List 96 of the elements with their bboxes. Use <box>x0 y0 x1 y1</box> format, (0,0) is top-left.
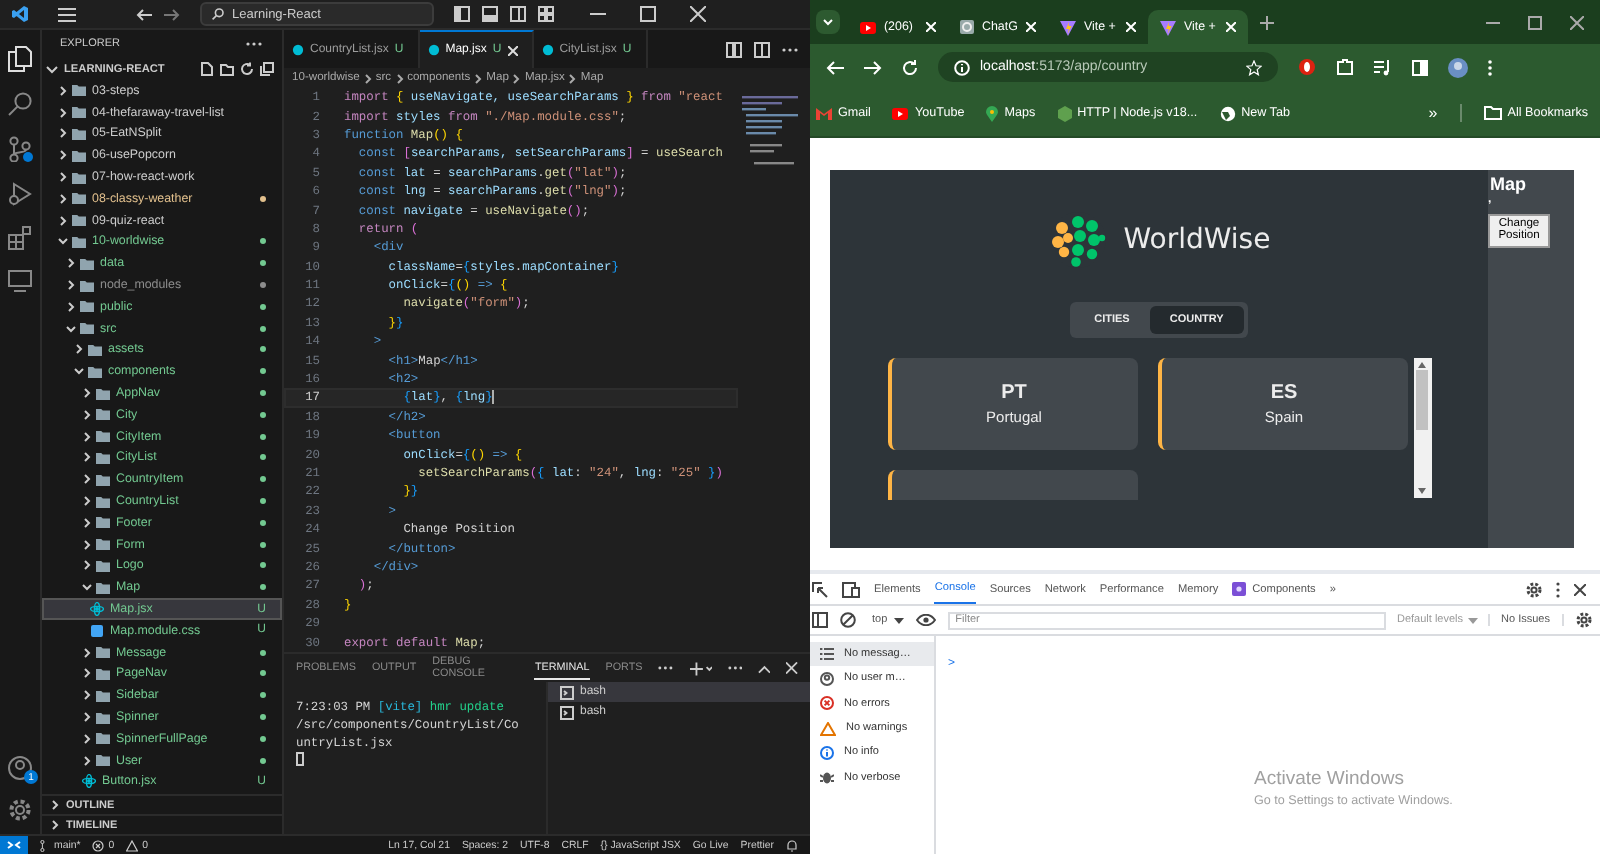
mail-icon <box>816 107 832 119</box>
terminal-icon <box>560 705 574 719</box>
info-icon <box>820 745 834 760</box>
remote-explorer-icon[interactable] <box>8 270 32 292</box>
new-terminal-icon[interactable] <box>689 661 712 675</box>
run-debug-icon[interactable] <box>8 182 32 206</box>
activation-notice-title: Activate Windows <box>1254 768 1406 790</box>
media-icon[interactable] <box>1374 59 1392 75</box>
chevron-right-icon <box>395 73 404 83</box>
search-icon <box>212 8 224 20</box>
chevron-down-icon[interactable] <box>46 65 58 73</box>
inspect-icon[interactable] <box>812 581 828 597</box>
settings-icon[interactable] <box>8 798 32 822</box>
panel-toggle-icon[interactable] <box>482 6 498 22</box>
chevron-right-icon <box>82 712 92 722</box>
app-logo-text: WorldWise <box>1123 224 1271 256</box>
lightning-triangle-icon <box>1060 19 1076 35</box>
menu-icon[interactable] <box>58 7 76 21</box>
side-panel-icon[interactable] <box>1412 59 1428 75</box>
vscode-logo-icon <box>10 4 30 24</box>
close-icon[interactable] <box>1570 15 1584 29</box>
more-bookmarks-button[interactable]: » <box>1428 104 1438 122</box>
user-icon <box>820 671 834 686</box>
caret-icon <box>893 617 904 623</box>
chevron-right-icon <box>74 344 84 355</box>
notifications-icon[interactable] <box>786 839 798 851</box>
collapse-all-icon[interactable] <box>260 62 274 76</box>
map-pin-icon <box>986 105 999 121</box>
scrollbar[interactable] <box>1413 358 1431 498</box>
css-file-icon <box>90 623 104 638</box>
chevron-down-icon <box>82 582 92 593</box>
new-folder-icon[interactable] <box>220 62 234 76</box>
terminal-icon <box>560 685 574 699</box>
maximize-panel-icon[interactable] <box>758 663 771 673</box>
info-icon <box>954 59 970 75</box>
react-file-icon <box>427 44 440 56</box>
explorer-files-icon[interactable] <box>8 46 32 72</box>
extensions-puzzle-icon[interactable] <box>1336 58 1354 76</box>
bug-icon <box>820 770 834 785</box>
new-file-icon[interactable] <box>200 62 214 76</box>
youtube-icon <box>892 107 909 119</box>
list-icon <box>820 648 834 661</box>
lightning-triangle-icon <box>1160 19 1176 35</box>
maximize-icon[interactable] <box>1528 15 1542 29</box>
split-editor-icon[interactable] <box>754 41 770 57</box>
split-layout-icon[interactable] <box>510 6 526 22</box>
react-file-icon <box>90 602 104 617</box>
tab-search-icon[interactable] <box>816 10 840 34</box>
remote-indicator-icon[interactable] <box>0 836 28 854</box>
react-file-icon <box>541 43 554 55</box>
map-heading: Map <box>1488 174 1526 194</box>
close-icon[interactable] <box>1574 583 1586 595</box>
layout-grid-icon[interactable] <box>538 6 554 22</box>
chevron-right-icon <box>512 73 521 83</box>
react-file-icon <box>82 774 96 789</box>
forward-arrow-icon[interactable] <box>164 7 180 21</box>
device-toolbar-icon[interactable] <box>842 581 860 597</box>
warning-icon <box>820 721 836 736</box>
react-devtools-icon <box>1232 582 1247 596</box>
settings-icon[interactable] <box>1526 581 1542 597</box>
settings-icon[interactable] <box>1576 612 1592 628</box>
chevron-down-icon <box>74 366 84 377</box>
search-icon[interactable] <box>8 92 32 116</box>
eye-icon[interactable] <box>915 614 936 626</box>
globe-logo-icon <box>1047 210 1108 270</box>
sidebar-toggle-icon[interactable] <box>812 612 828 628</box>
compare-icon[interactable] <box>726 41 742 57</box>
chevron-right-icon <box>363 73 372 83</box>
chevron-down-icon <box>58 236 68 247</box>
chevron-right-icon <box>568 73 577 83</box>
extension-icon[interactable] <box>1298 58 1316 76</box>
terminal-cursor <box>296 752 304 766</box>
warning-icon <box>126 839 139 851</box>
reload-icon[interactable] <box>902 59 918 75</box>
clear-console-icon[interactable] <box>840 612 856 628</box>
folder-icon <box>1483 106 1502 120</box>
error-icon <box>820 696 834 711</box>
back-arrow-icon[interactable] <box>136 7 152 21</box>
youtube-icon <box>860 21 876 33</box>
new-tab-icon[interactable] <box>1260 15 1274 29</box>
chevron-down-icon <box>66 323 76 334</box>
refresh-icon[interactable] <box>240 62 254 76</box>
hexagon-icon <box>1057 105 1072 121</box>
chevron-right-icon <box>474 73 483 83</box>
star-icon[interactable] <box>1246 59 1262 75</box>
react-file-icon <box>292 43 304 55</box>
chat-icon <box>960 20 974 34</box>
globe-icon <box>1219 105 1236 121</box>
extensions-icon[interactable] <box>8 226 32 250</box>
source-control-icon[interactable] <box>7 136 33 162</box>
caret-icon <box>1467 617 1478 623</box>
error-icon <box>92 839 105 851</box>
profile-avatar-icon[interactable] <box>1448 57 1468 77</box>
maximize-icon[interactable] <box>640 6 656 22</box>
branch-icon <box>40 839 50 851</box>
scroll-down-icon[interactable] <box>1418 488 1426 494</box>
